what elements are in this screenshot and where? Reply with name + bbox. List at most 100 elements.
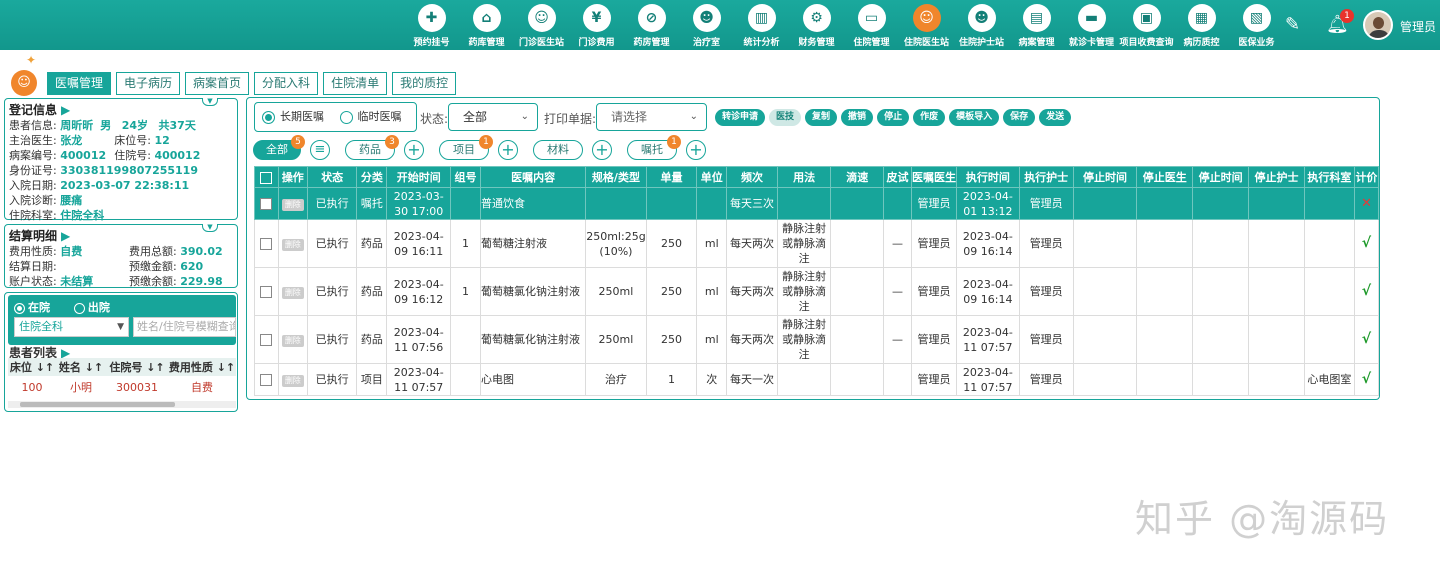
- column-header[interactable]: 停止医生: [1136, 166, 1194, 188]
- nav-item-treatment[interactable]: ☻ 治疗室: [679, 4, 734, 48]
- order-row[interactable]: 删除 已执行 项目 2023-04-11 07:57 心电图 治疗 1 次每天一次 管理员 202…: [254, 363, 1380, 396]
- delete-button[interactable]: 删除: [281, 287, 304, 299]
- edit-icon[interactable]: ✎: [1285, 14, 1300, 35]
- column-header[interactable]: 停止护士: [1248, 166, 1305, 188]
- add-material-button[interactable]: +: [592, 140, 612, 160]
- tab-1[interactable]: 电子病历: [116, 72, 181, 95]
- filter-material[interactable]: 材料: [533, 140, 583, 160]
- nav-item-bed[interactable]: ▭ 住院管理: [844, 4, 899, 48]
- print-select[interactable]: 请选择 ⌄: [596, 103, 707, 131]
- column-header[interactable]: 执行时间: [955, 166, 1020, 188]
- add-drug-button[interactable]: +: [404, 140, 424, 160]
- column-header[interactable]: 停止时间: [1192, 166, 1250, 188]
- column-header[interactable]: 单量: [645, 166, 698, 188]
- avatar[interactable]: [1363, 10, 1393, 40]
- in-hospital-radio[interactable]: 在院: [14, 301, 50, 314]
- nav-item-fee-query[interactable]: ▣ 项目收费查询: [1119, 4, 1174, 48]
- order-row[interactable]: 删除 已执行 药品 2023-04-09 16:12 1 葡萄糖氯化钠注射液 250ml 25…: [254, 267, 1380, 316]
- patient-row[interactable]: 100 小明 300031 自费: [8, 376, 236, 398]
- column-header[interactable]: 分类: [356, 166, 388, 188]
- column-header[interactable]: 状态: [306, 166, 358, 188]
- filter-entrust[interactable]: 嘱托 1: [627, 135, 681, 160]
- nav-item-finance[interactable]: ⚙ 财务管理: [789, 4, 844, 48]
- tab-5[interactable]: 我的质控: [392, 72, 457, 95]
- nav-item-quality[interactable]: ▦ 病历质控: [1174, 4, 1229, 48]
- nav-item-insurance[interactable]: ▧ 医保业务: [1229, 4, 1284, 48]
- menu-icon[interactable]: ≡: [310, 140, 330, 160]
- order-row[interactable]: 删除 已执行 药品 2023-04-11 07:56 葡萄糖氯化钠注射液 250ml 250…: [254, 315, 1380, 364]
- column-header[interactable]: 皮试: [883, 166, 912, 188]
- expand-arrow-icon[interactable]: ▶: [61, 103, 70, 117]
- tab-2[interactable]: 病案首页: [185, 72, 250, 95]
- tab-3[interactable]: 分配入科: [254, 72, 319, 95]
- temporary-radio[interactable]: 临时医嘱: [339, 110, 402, 124]
- action-button-5[interactable]: 作废: [913, 109, 946, 126]
- column-header[interactable]: 频次: [726, 166, 778, 188]
- nav-item-register[interactable]: ✚ 预约挂号: [404, 4, 459, 48]
- collapse-icon[interactable]: ▼: [202, 224, 218, 232]
- row-checkbox[interactable]: [254, 363, 279, 396]
- filter-drug[interactable]: 药品 3: [345, 135, 399, 160]
- tab-4[interactable]: 住院清单: [323, 72, 388, 95]
- action-button-7[interactable]: 保存: [1003, 109, 1036, 126]
- column-header[interactable]: 计价: [1353, 166, 1380, 188]
- row-checkbox[interactable]: [254, 187, 279, 220]
- collapse-icon[interactable]: ▼: [202, 98, 218, 106]
- nav-item-pill[interactable]: ⊘ 药房管理: [624, 4, 679, 48]
- action-button-4[interactable]: 停止: [877, 109, 910, 126]
- column-header[interactable]: 开始时间: [386, 166, 452, 188]
- column-header[interactable]: 医嘱医生: [910, 166, 957, 188]
- nav-item-card[interactable]: ▬ 就诊卡管理: [1064, 4, 1119, 48]
- action-button-6[interactable]: 模板导入: [949, 109, 1000, 126]
- delete-button[interactable]: 删除: [281, 375, 304, 387]
- column-header[interactable]: 滴速: [830, 166, 885, 188]
- patient-table-header[interactable]: 床位 ↓↑: [8, 358, 56, 376]
- discharged-radio[interactable]: 出院: [73, 301, 110, 314]
- delete-button[interactable]: 删除: [281, 239, 304, 251]
- order-row[interactable]: 删除 已执行 药品 2023-04-09 16:11 1 葡萄糖注射液 250ml:25g …: [254, 219, 1380, 268]
- action-button-0[interactable]: 转诊申请: [715, 109, 766, 126]
- nav-item-record[interactable]: ▤ 病案管理: [1009, 4, 1064, 48]
- action-button-2[interactable]: 复制: [805, 109, 838, 126]
- order-row[interactable]: 删除 已执行 嘱托 2023-03-30 17:00 普通饮食 每天三次 管理员 2023-0…: [254, 187, 1380, 220]
- column-header[interactable]: 组号: [450, 166, 481, 188]
- delete-button[interactable]: 删除: [281, 199, 304, 211]
- horizontal-scrollbar[interactable]: [8, 401, 236, 408]
- patient-table-header[interactable]: 费用性质 ↓↑: [168, 358, 236, 376]
- patient-table-header[interactable]: 姓名 ↓↑: [56, 358, 106, 376]
- long-term-radio[interactable]: 长期医嘱: [262, 110, 324, 124]
- column-header[interactable]: 用法: [776, 166, 832, 188]
- select-all-checkbox[interactable]: [254, 166, 279, 188]
- patient-table-header[interactable]: 住院号 ↓↑: [106, 358, 168, 376]
- row-checkbox[interactable]: [254, 219, 279, 268]
- add-entrust-button[interactable]: +: [686, 140, 706, 160]
- row-checkbox[interactable]: [254, 267, 279, 316]
- nav-item-nurse[interactable]: ☻ 住院护士站: [954, 4, 1009, 48]
- column-header[interactable]: 执行护士: [1018, 166, 1074, 188]
- nav-item-chart[interactable]: ▥ 统计分析: [734, 4, 789, 48]
- column-header[interactable]: 规格/类型: [585, 166, 647, 188]
- column-header[interactable]: 停止时间: [1072, 166, 1138, 188]
- action-button-1[interactable]: 医技: [769, 109, 802, 126]
- nav-item-doctor[interactable]: ☺ 门诊医生站: [514, 4, 569, 48]
- ward-select[interactable]: 住院全科 ▼: [14, 317, 129, 337]
- column-header[interactable]: 执行科室: [1303, 166, 1355, 188]
- patient-search-input[interactable]: 姓名/住院号模糊查询: [133, 317, 236, 337]
- column-header[interactable]: 单位: [696, 166, 728, 188]
- filter-all[interactable]: 全部 5: [253, 135, 305, 160]
- status-select[interactable]: 全部 ⌄: [448, 103, 538, 131]
- nav-item-warehouse[interactable]: ⌂ 药库管理: [459, 4, 514, 48]
- filter-item[interactable]: 项目 1: [439, 135, 493, 160]
- row-checkbox[interactable]: [254, 315, 279, 364]
- nav-item-yen[interactable]: ¥ 门诊费用: [569, 4, 624, 48]
- column-header[interactable]: 医嘱内容: [479, 166, 587, 188]
- tab-0[interactable]: 医嘱管理: [47, 72, 112, 95]
- username[interactable]: 管理员: [1400, 18, 1436, 35]
- add-item-button[interactable]: +: [498, 140, 518, 160]
- nav-item-inpatient-doctor[interactable]: ☺ 住院医生站: [899, 4, 954, 48]
- delete-button[interactable]: 删除: [281, 335, 304, 347]
- action-button-3[interactable]: 撤销: [841, 109, 874, 126]
- column-header[interactable]: 操作: [277, 166, 308, 188]
- expand-arrow-icon[interactable]: ▶: [61, 229, 70, 243]
- action-button-8[interactable]: 发送: [1039, 109, 1072, 126]
